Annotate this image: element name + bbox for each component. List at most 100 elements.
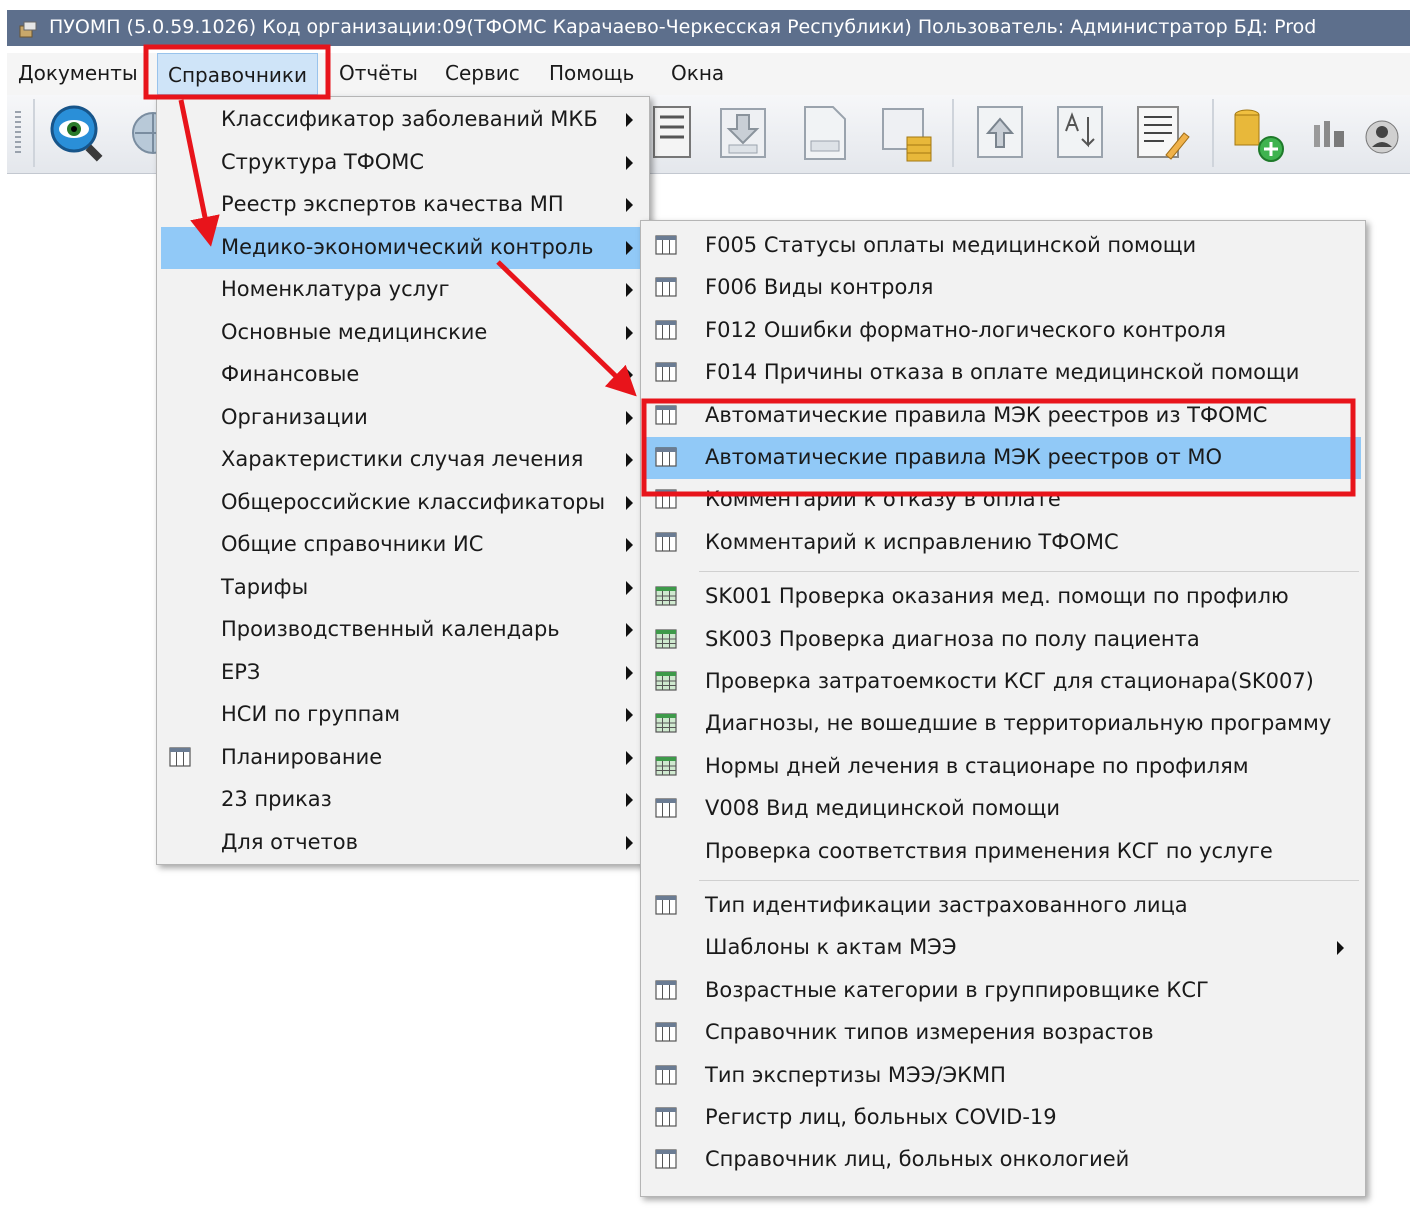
menu-item-label: SK003 Проверка диагноза по полу пациента xyxy=(705,626,1200,651)
submenu-arrow-icon xyxy=(1337,941,1344,956)
menu-item-производственный-календарь[interactable]: Производственный календарь xyxy=(161,609,645,651)
menu-item-label: Регистр лиц, больных COVID-19 xyxy=(705,1105,1057,1129)
menu-item-f005-статусы-оплаты-медицинской-помощи[interactable]: F005 Статусы оплаты медицинской помощи xyxy=(645,225,1361,267)
import-xml-icon[interactable] xyxy=(648,101,708,165)
menu-item-ерз[interactable]: ЕРЗ xyxy=(161,652,645,694)
submenu-arrow-icon xyxy=(626,198,633,212)
menu-item-f006-виды-контроля[interactable]: F006 Виды контроля xyxy=(645,267,1361,309)
menu-item-организации[interactable]: Организации xyxy=(161,397,645,439)
submenu-arrow-icon xyxy=(626,368,633,382)
menu-item-label: Реестр экспертов качества МП xyxy=(221,192,564,216)
menu-item-нормы-дней-лечения-в-стационаре-по-профилям[interactable]: Нормы дней лечения в стационаре по профи… xyxy=(645,746,1361,788)
menu-item-label: 23 приказ xyxy=(221,787,332,811)
menu-help[interactable]: Помощь xyxy=(549,61,634,85)
menu-item-справочник-лиц-больных-онкологией[interactable]: Справочник лиц, больных онкологией xyxy=(645,1139,1361,1181)
green-table-icon xyxy=(655,671,677,691)
table-icon xyxy=(169,746,191,767)
menu-reference[interactable]: Справочники xyxy=(157,53,318,95)
menu-item-f012-ошибки-форматно-логического-контроля[interactable]: F012 Ошибки форматно-логического контрол… xyxy=(645,310,1361,352)
menu-item-классификатор-заболеваний-мкб[interactable]: Классификатор заболеваний МКБ xyxy=(161,99,645,141)
window-titlebar: ПУОМП (5.0.59.1026) Код организации:09(Т… xyxy=(7,10,1410,46)
submenu-arrow-icon xyxy=(626,495,633,510)
menu-item-sk001-проверка-оказания-мед-помощи-по-профилю[interactable]: SK001 Проверка оказания мед. помощи по п… xyxy=(645,576,1361,618)
table-icon xyxy=(655,980,677,1000)
submenu-arrow-icon xyxy=(626,835,633,850)
menu-item-v008-вид-медицинской-помощи[interactable]: V008 Вид медицинской помощи xyxy=(645,788,1361,830)
menu-item-справочник-типов-измерения-возрастов[interactable]: Справочник типов измерения возрастов xyxy=(645,1012,1361,1054)
submenu-arrow-icon xyxy=(626,708,633,722)
menu-item-label: Номенклатура услуг xyxy=(221,277,450,301)
menu-item-f014-причины-отказа-в-оплате-медицинской-помощи[interactable]: F014 Причины отказа в оплате медицинской… xyxy=(645,352,1361,394)
menu-reports[interactable]: Отчёты xyxy=(339,61,418,85)
menu-item-тип-идентификации-застрахованного-лица[interactable]: Тип идентификации застрахованного лица xyxy=(645,885,1361,927)
menu-item-регистр-лиц-больных-covid-19[interactable]: Регистр лиц, больных COVID-19 xyxy=(645,1097,1361,1139)
menu-item-label: Характеристики случая лечения xyxy=(221,447,584,471)
menu-item-label: Структура ТФОМС xyxy=(221,149,425,174)
submenu-arrow-icon xyxy=(626,113,633,127)
window-title: ПУОМП (5.0.59.1026) Код организации:09(Т… xyxy=(49,16,1317,38)
menu-item-проверка-соответствия-применения-ксг-по-услуге[interactable]: Проверка соответствия применения КСГ по … xyxy=(645,831,1361,873)
menu-separator xyxy=(699,571,1359,573)
menu-item-23-приказ[interactable]: 23 приказ xyxy=(161,779,645,821)
menu-item-комментарии-к-отказу-в-оплате[interactable]: Комментарии к отказу в оплате xyxy=(645,479,1361,521)
menu-documents[interactable]: Документы xyxy=(18,61,138,85)
menu-item-планирование[interactable]: Планирование xyxy=(161,737,645,779)
menu-item-label: Проверка соответствия применения КСГ по … xyxy=(705,838,1273,863)
menu-item-label: Тип идентификации застрахованного лица xyxy=(705,893,1188,917)
toolbar-grip[interactable] xyxy=(15,111,21,155)
coins-add-icon[interactable] xyxy=(1227,101,1287,165)
menu-item-возрастные-категории-в-группировщике-ксг[interactable]: Возрастные категории в группировщике КСГ xyxy=(645,970,1361,1012)
menu-item-label: F005 Статусы оплаты медицинской помощи xyxy=(705,233,1197,257)
menu-windows[interactable]: Окна xyxy=(671,61,724,85)
menu-item-тарифы[interactable]: Тарифы xyxy=(161,567,645,609)
submenu-arrow-icon xyxy=(626,410,633,425)
menu-item-label: Диагнозы, не вошедшие в территориальную … xyxy=(705,711,1332,736)
table-icon xyxy=(655,798,677,818)
menu-item-общероссийские-классификаторы[interactable]: Общероссийские классификаторы xyxy=(161,482,645,524)
upload-icon[interactable] xyxy=(972,101,1032,165)
menu-item-общие-справочники-ис[interactable]: Общие справочники ИС xyxy=(161,524,645,566)
table-icon xyxy=(655,1107,677,1127)
menu-item-label: F012 Ошибки форматно-логического контрол… xyxy=(705,317,1227,342)
menu-item-нси-по-группам[interactable]: НСИ по группам xyxy=(161,694,645,736)
menu-item-диагнозы-не-вошедшие-в-территориальную-программу[interactable]: Диагнозы, не вошедшие в территориальную … xyxy=(645,703,1361,745)
menu-item-label: Возрастные категории в группировщике КСГ xyxy=(705,977,1209,1002)
menu-item-тип-экспертизы-мээ-экмп[interactable]: Тип экспертизы МЭЭ/ЭКМП xyxy=(645,1055,1361,1097)
menu-item-автоматические-правила-мэк-реестров-от-мо[interactable]: Автоматические правила МЭК реестров от М… xyxy=(645,437,1361,479)
table-icon xyxy=(655,532,677,552)
toolbar-separator xyxy=(1212,99,1214,167)
table-icon xyxy=(655,404,677,425)
menu-item-label: F014 Причины отказа в оплате медицинской… xyxy=(705,360,1300,385)
view-icon[interactable] xyxy=(47,101,107,165)
menu-item-автоматические-правила-мэк-реестров-из-тфомс[interactable]: Автоматические правила МЭК реестров из Т… xyxy=(645,395,1361,437)
menu-item-медико-экономический-контроль[interactable]: Медико-экономический контроль xyxy=(161,226,645,269)
menu-item-шаблоны-к-актам-мээ[interactable]: Шаблоны к актам МЭЭ xyxy=(645,927,1361,969)
menu-item-структура-тфомс[interactable]: Структура ТФОМС xyxy=(161,142,645,184)
report-edit-icon[interactable] xyxy=(1132,101,1192,165)
menu-item-label: Общие справочники ИС xyxy=(221,532,484,556)
sort-icon[interactable] xyxy=(1052,101,1112,165)
submenu-arrow-icon xyxy=(626,155,633,170)
mo-coins-icon[interactable] xyxy=(877,101,937,165)
menu-service[interactable]: Сервис xyxy=(445,61,520,85)
menu-item-label: Тарифы xyxy=(221,574,309,599)
menu-item-sk003-проверка-диагноза-по-полу-пациента[interactable]: SK003 Проверка диагноза по полу пациента xyxy=(645,619,1361,661)
menu-item-label: Планирование xyxy=(221,744,383,769)
download-mo-icon[interactable] xyxy=(715,101,775,165)
menubar: Документы Справочники Отчёты Сервис Помо… xyxy=(7,53,1410,95)
menu-item-комментарий-к-исправлению-тфомс[interactable]: Комментарий к исправлению ТФОМС xyxy=(645,522,1361,564)
menu-item-для-отчетов[interactable]: Для отчетов xyxy=(161,822,645,864)
menu-item-label: Общероссийские классификаторы xyxy=(221,489,606,514)
menu-item-основные-медицинские[interactable]: Основные медицинские xyxy=(161,312,645,354)
menu-item-проверка-затратоемкости-ксг-для-стационара-sk007[interactable]: Проверка затратоемкости КСГ для стациона… xyxy=(645,661,1361,703)
submenu-arrow-icon xyxy=(626,750,633,765)
table-icon xyxy=(655,447,677,467)
user-icon[interactable] xyxy=(1352,101,1410,165)
menu-item-label: Организации xyxy=(221,404,368,429)
menu-item-номенклатура-услуг[interactable]: Номенклатура услуг xyxy=(161,269,645,311)
document-mo-icon[interactable] xyxy=(795,101,855,165)
menu-item-характеристики-случая-лечения[interactable]: Характеристики случая лечения xyxy=(161,439,645,481)
menu-item-реестр-экспертов-качества-мп[interactable]: Реестр экспертов качества МП xyxy=(161,184,645,226)
menu-item-финансовые[interactable]: Финансовые xyxy=(161,354,645,396)
menu-item-label: Справочник типов измерения возрастов xyxy=(705,1020,1154,1045)
